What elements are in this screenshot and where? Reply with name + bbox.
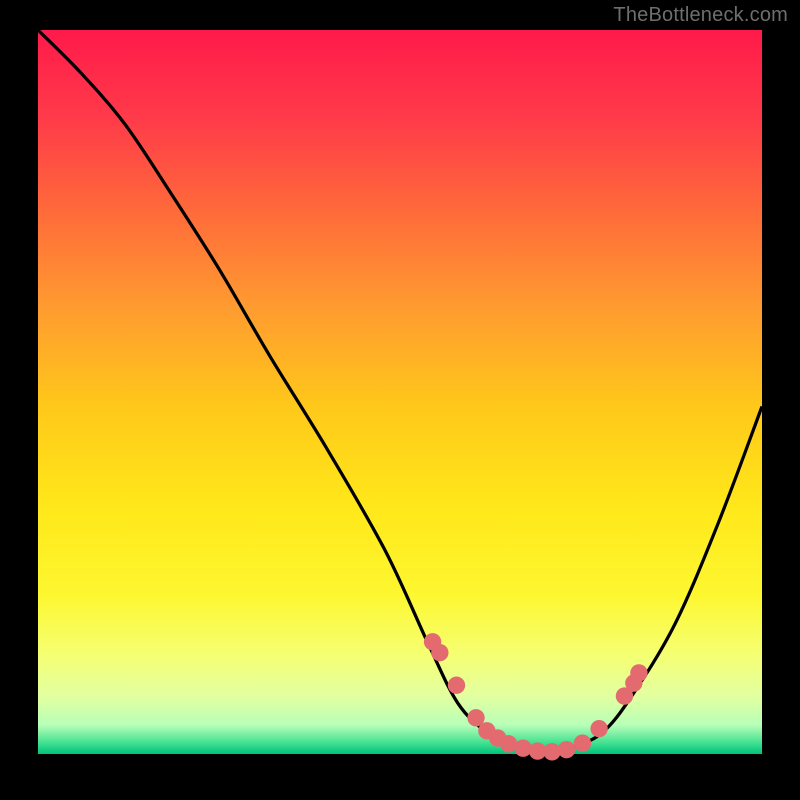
watermark-text: TheBottleneck.com — [613, 4, 788, 27]
sample-point — [574, 734, 591, 751]
sample-point — [558, 741, 575, 758]
sample-point — [448, 677, 465, 694]
sample-point — [514, 740, 531, 757]
chart-frame: TheBottleneck.com — [0, 0, 800, 800]
sample-point — [590, 720, 607, 737]
curve-path — [38, 30, 762, 754]
curve-layer — [38, 30, 762, 754]
sample-points — [424, 633, 648, 760]
sample-point — [630, 664, 647, 681]
sample-point — [431, 644, 448, 661]
bottleneck-curve — [38, 30, 762, 754]
plot-area — [38, 30, 762, 754]
